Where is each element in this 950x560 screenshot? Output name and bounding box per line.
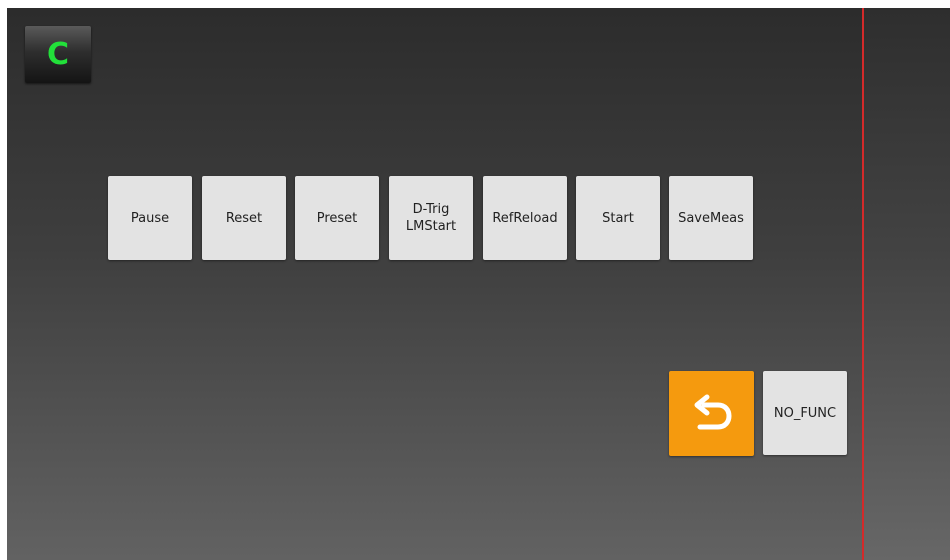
mode-letter: C xyxy=(46,36,70,72)
reset-button[interactable]: Reset xyxy=(202,176,286,260)
dtrig-lmstart-button[interactable]: D-Trig LMStart xyxy=(389,176,473,260)
return-arrow-icon xyxy=(694,394,731,429)
preset-button[interactable]: Preset xyxy=(295,176,379,260)
savemeas-button[interactable]: SaveMeas xyxy=(669,176,753,260)
mode-badge: C xyxy=(25,26,91,83)
start-button[interactable]: Start xyxy=(576,176,660,260)
back-button[interactable] xyxy=(669,371,754,456)
touch-screen: C Pause Reset Preset D-Trig LMStart RefR… xyxy=(7,8,950,560)
pause-button[interactable]: Pause xyxy=(108,176,192,260)
no-func-button[interactable]: NO_FUNC xyxy=(763,371,847,455)
refreload-button[interactable]: RefReload xyxy=(483,176,567,260)
right-side-panel xyxy=(864,8,950,560)
